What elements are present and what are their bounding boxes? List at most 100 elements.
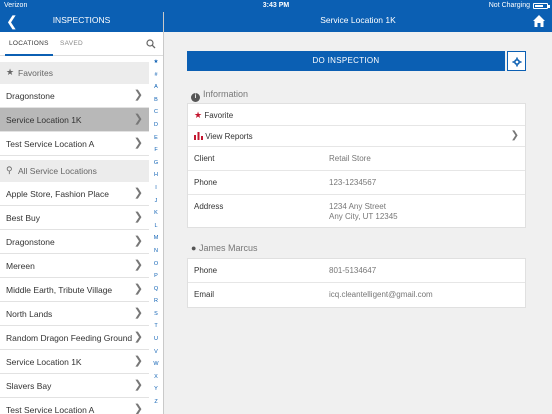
service-location-item-label: Test Service Location A [6, 405, 95, 414]
service-location-item-label: Mereen [6, 261, 35, 271]
service-location-item-label: Random Dragon Feeding Ground [6, 333, 133, 343]
battery-icon [533, 3, 550, 9]
favorite-location-item-label: Service Location 1K [6, 115, 82, 125]
chevron-right-icon: ❯ [133, 211, 143, 223]
index-letter[interactable]: W [149, 358, 163, 371]
service-location-item[interactable]: Best Buy ❯ [0, 206, 149, 230]
favorite-location-item[interactable]: Dragonstone ❯ [0, 84, 149, 108]
info-icon: i [191, 93, 200, 102]
search-icon[interactable] [146, 39, 156, 49]
index-letter[interactable]: U [149, 333, 163, 346]
client-value: Retail Store [329, 154, 371, 163]
index-letter[interactable]: B [149, 94, 163, 107]
address-line-1: 1234 Any Street [329, 202, 386, 211]
contact-phone-label: Phone [194, 266, 218, 275]
top-bar: Verizon 3:43 PM Not Charging ❮ INSPECTIO… [0, 0, 552, 32]
chevron-right-icon: ❯ [133, 379, 143, 391]
service-location-item-label: Service Location 1K [6, 357, 82, 367]
service-location-item-label: Middle Earth, Tribute Village [6, 285, 113, 295]
index-letter[interactable]: A [149, 81, 163, 94]
index-letter[interactable]: L [149, 220, 163, 233]
chevron-right-icon: ❯ [133, 331, 143, 343]
index-letter[interactable]: K [149, 207, 163, 220]
right-nav-bar: Service Location 1K [164, 12, 552, 32]
address-value: 1234 Any Street Any City, UT 12345 [329, 202, 398, 222]
service-location-item[interactable]: Slavers Bay ❯ [0, 374, 149, 398]
index-letter[interactable]: S [149, 308, 163, 321]
chevron-right-icon: ❯ [133, 403, 143, 414]
index-letter[interactable]: N [149, 245, 163, 258]
sidebar: LOCATIONS SAVED ★ Favorites Dragonstone ❯… [0, 32, 163, 414]
index-letter[interactable]: H [149, 169, 163, 182]
index-letter[interactable]: P [149, 270, 163, 283]
sidebar-tabs: LOCATIONS SAVED [0, 32, 163, 56]
index-letter[interactable]: T [149, 320, 163, 333]
index-letter[interactable]: ★ [149, 56, 163, 69]
index-letter[interactable]: F [149, 144, 163, 157]
chevron-right-icon: ❯ [133, 187, 143, 199]
pin-icon: ⚲ [6, 165, 13, 175]
chevron-right-icon: ❯ [133, 307, 143, 319]
chevron-right-icon: ❯ [133, 137, 143, 149]
view-reports-label: View Reports [205, 132, 253, 141]
phone-row: Phone 123-1234567 [188, 171, 525, 195]
chevron-right-icon: ❯ [133, 235, 143, 247]
alphabet-index[interactable]: ★ # A B C D E F G H I J K L M N O P Q R S T U V W X Y Z [149, 56, 163, 414]
service-location-item[interactable]: Random Dragon Feeding Ground ❯ [0, 326, 149, 350]
index-letter[interactable]: C [149, 106, 163, 119]
index-letter[interactable]: D [149, 119, 163, 132]
index-letter[interactable]: X [149, 371, 163, 384]
clock: 3:43 PM [262, 2, 290, 9]
service-location-item[interactable]: Test Service Location A ❯ [0, 398, 149, 414]
service-location-item-label: North Lands [6, 309, 53, 319]
service-location-item[interactable]: Mereen ❯ [0, 254, 149, 278]
chevron-right-icon: ❯ [133, 283, 143, 295]
phone-label: Phone [194, 178, 218, 187]
left-nav-title: INSPECTIONS [52, 15, 111, 25]
service-location-item[interactable]: North Lands ❯ [0, 302, 149, 326]
view-reports-row[interactable]: View Reports ❯ [188, 126, 525, 147]
favorite-location-item-label: Dragonstone [6, 91, 55, 101]
chevron-right-icon: ❯ [133, 259, 143, 271]
index-letter[interactable]: Y [149, 383, 163, 396]
favorite-row[interactable]: ★ Favorite [188, 104, 525, 126]
index-letter[interactable]: R [149, 295, 163, 308]
all-locations-header: ⚲ All Service Locations [0, 160, 149, 182]
information-card: ★ Favorite View Reports ❯ Client Retail … [187, 103, 526, 228]
split-divider [163, 12, 164, 414]
tab-locations[interactable]: LOCATIONS [5, 40, 53, 56]
client-label: Client [194, 154, 215, 163]
service-location-item[interactable]: Dragonstone ❯ [0, 230, 149, 254]
service-location-item[interactable]: Middle Earth, Tribute Village ❯ [0, 278, 149, 302]
index-letter[interactable]: Q [149, 283, 163, 296]
favorite-location-item[interactable]: Service Location 1K ❯ [0, 108, 149, 132]
index-letter[interactable]: O [149, 258, 163, 271]
service-location-item[interactable]: Apple Store, Fashion Place ❯ [0, 182, 149, 206]
chevron-right-icon: ❯ [133, 355, 143, 367]
index-letter[interactable]: # [149, 69, 163, 82]
contact-phone-row[interactable]: Phone 801-5134647 [188, 259, 525, 283]
index-letter[interactable]: I [149, 182, 163, 195]
address-label: Address [194, 202, 224, 211]
chevron-right-icon: ❯ [510, 130, 519, 141]
index-letter[interactable]: M [149, 232, 163, 245]
favorite-location-item[interactable]: Test Service Location A ❯ [0, 132, 149, 156]
index-letter[interactable]: Z [149, 396, 163, 409]
favorite-label: Favorite [204, 111, 234, 120]
contact-email-row[interactable]: Email icq.cleantelligent@gmail.com [188, 283, 525, 308]
contact-email-value: icq.cleantelligent@gmail.com [329, 290, 433, 299]
service-location-item[interactable]: Service Location 1K ❯ [0, 350, 149, 374]
service-location-item-label: Apple Store, Fashion Place [6, 189, 110, 199]
index-letter[interactable]: E [149, 132, 163, 145]
service-location-item-label: Slavers Bay [6, 381, 52, 391]
favorites-header: ★ Favorites [0, 62, 149, 84]
index-letter[interactable]: V [149, 346, 163, 359]
do-inspection-button[interactable]: DO INSPECTION [187, 51, 505, 71]
index-letter[interactable]: G [149, 157, 163, 170]
star-icon: ★ [6, 67, 15, 77]
index-letter[interactable]: J [149, 195, 163, 208]
home-icon[interactable] [532, 14, 546, 28]
tab-saved[interactable]: SAVED [60, 40, 83, 47]
settings-button[interactable] [507, 51, 526, 71]
charging-status: Not Charging [488, 2, 530, 9]
